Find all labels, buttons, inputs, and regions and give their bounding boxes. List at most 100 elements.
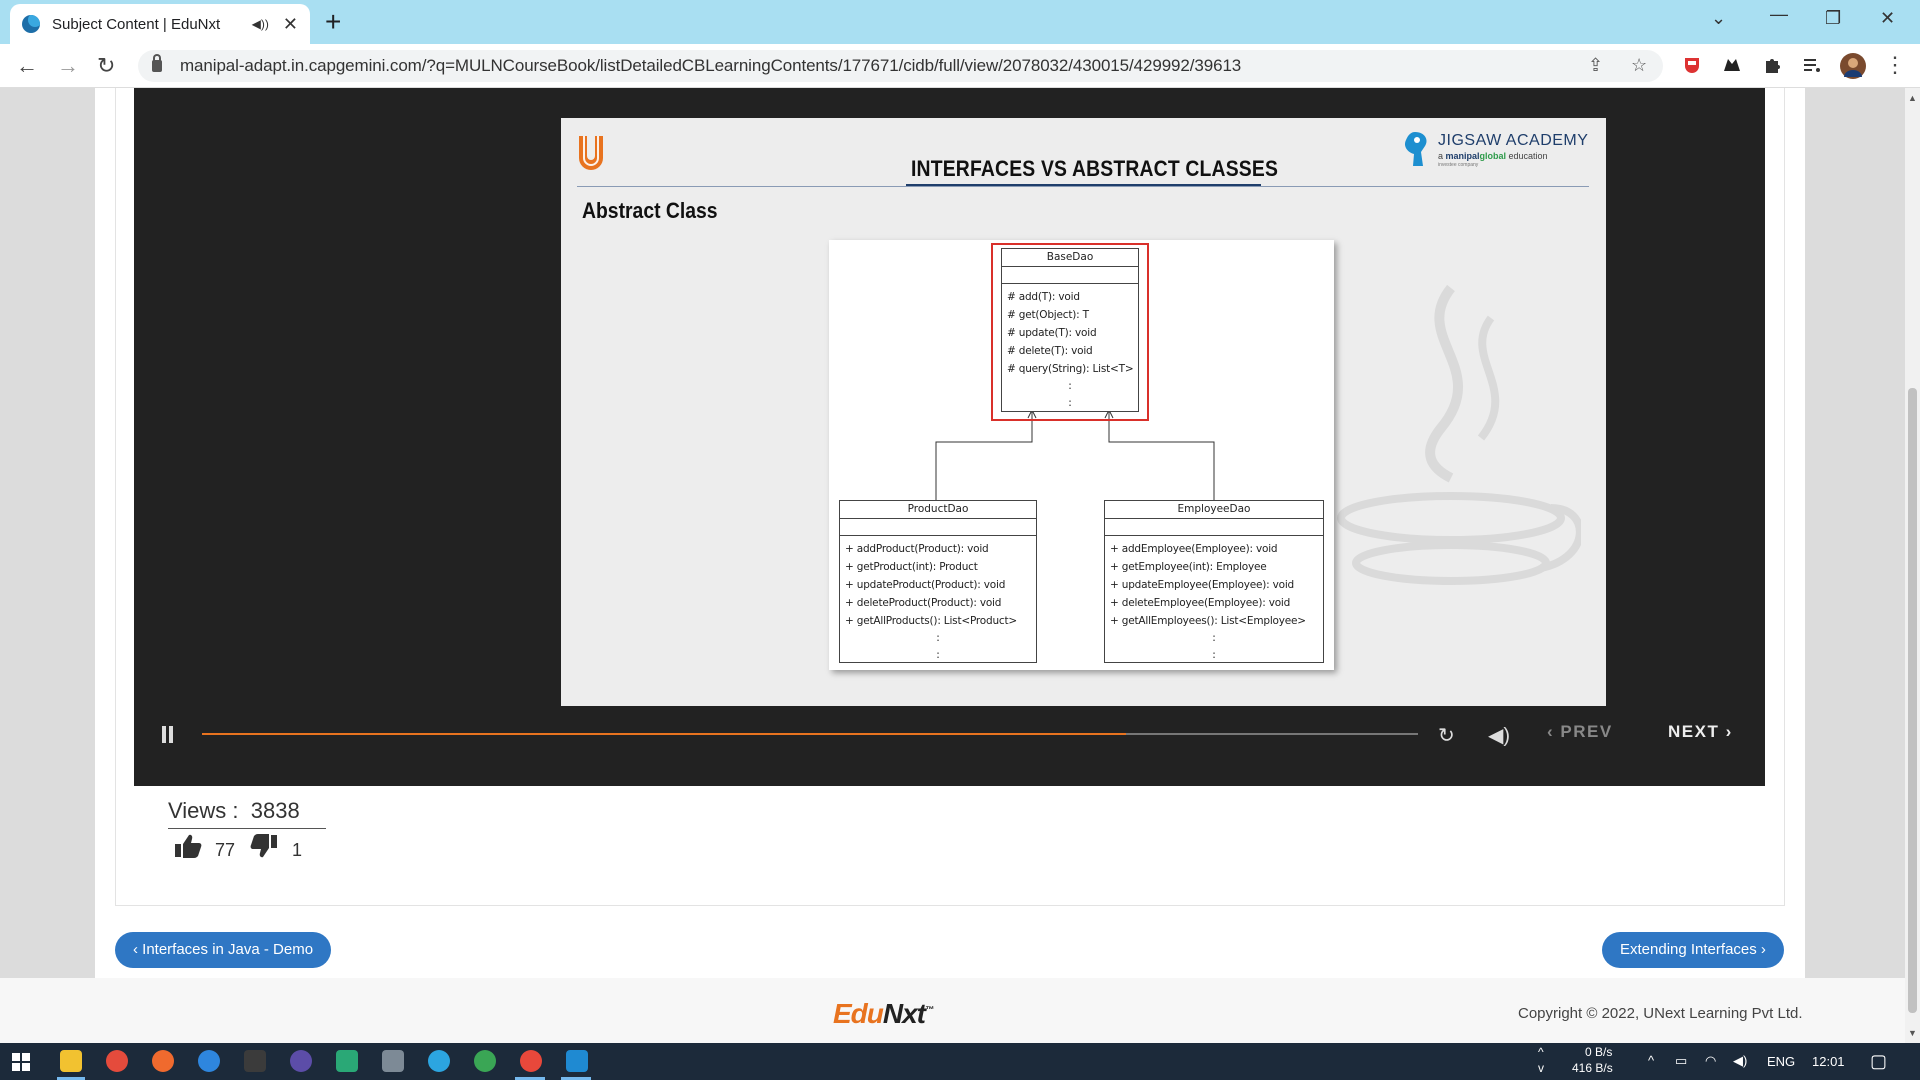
uml-method: + deleteEmployee(Employee): void [1110,597,1291,609]
next-label: NEXT [1668,722,1720,741]
replay-icon[interactable]: ↻ [1438,723,1455,748]
vscode-icon[interactable] [566,1050,588,1072]
tagline-brand-1: manipal [1445,151,1480,161]
browser-toolbar: ← → ↻ manipal-adapt.in.capgemini.com/?q=… [0,44,1920,88]
uml-attributes [1105,519,1323,536]
browser-menu-icon[interactable]: ⋮ [1884,52,1906,78]
speaker-icon[interactable]: ◀)) [252,17,269,31]
jigsaw-academy-tagline: a manipalglobal education [1438,151,1548,161]
header-rule [577,186,1589,187]
logo-nxt: Nxt [882,998,926,1029]
uml-class-diagram: BaseDao # add(T): void # get(Object): T … [829,240,1334,670]
lesson-slide: INTERFACES VS ABSTRACT CLASSES JIGSAW AC… [561,118,1606,706]
previous-lesson-button[interactable]: ‹ Interfaces in Java - Demo [115,932,332,968]
reading-list-icon[interactable] [1802,55,1822,75]
edunxt-logo: EduNxt™ [833,998,934,1030]
thumbs-up-icon[interactable] [174,833,202,859]
scroll-up-icon[interactable]: ▲ [1908,93,1917,103]
uml-method: + updateEmployee(Employee): void [1110,579,1295,591]
video-player[interactable]: INTERFACES VS ABSTRACT CLASSES JIGSAW AC… [134,88,1765,786]
views-count: 3838 [250,798,300,823]
language-indicator[interactable]: ENG [1767,1054,1795,1069]
eclipse-icon[interactable] [290,1050,312,1072]
slide-subtitle: Abstract Class [582,198,718,223]
logo-trademark: ™ [925,1004,934,1015]
player-controls: ↻ ◀) ‹ PREV NEXT › [134,712,1765,752]
scroll-thumb[interactable] [1908,388,1917,1013]
notifications-icon[interactable]: ▢ [1870,1051,1887,1072]
uml-class-employeedao: EmployeeDao + addEmployee(Employee): voi… [1104,500,1324,663]
uml-method: + addEmployee(Employee): void [1110,543,1278,555]
uml-class-productdao: ProductDao + addProduct(Product): void +… [839,500,1037,663]
forward-icon[interactable]: → [57,53,79,79]
reload-icon[interactable]: ↻ [97,53,115,79]
address-bar[interactable]: manipal-adapt.in.capgemini.com/?q=MULNCo… [138,50,1663,82]
profile-avatar[interactable] [1840,53,1866,79]
show-hidden-icons-icon[interactable]: ^ [1648,1053,1654,1068]
uml-method: + deleteProduct(Product): void [845,597,1002,609]
tray-chevron-down-icon[interactable]: v [1538,1061,1544,1075]
database-icon[interactable] [382,1050,404,1072]
progress-fill [202,733,1127,735]
volume-tray-icon[interactable]: ◀) [1733,1053,1747,1069]
uml-class-name: ProductDao [840,501,1036,519]
uml-attributes [840,519,1036,536]
next-lesson-button[interactable]: Extending Interfaces › [1602,932,1784,968]
tagline-brand-2: global [1479,151,1507,161]
share-icon[interactable]: ⇪ [1588,55,1603,76]
tray-chevron-up-icon[interactable]: ^ [1538,1045,1544,1059]
telegram-icon[interactable] [428,1050,450,1072]
new-tab-button[interactable]: + [325,6,341,38]
tab-search-icon[interactable]: ⌄ [1711,8,1726,29]
app-icon[interactable] [474,1050,496,1072]
chrome-icon[interactable] [106,1050,128,1072]
uml-ellipsis: : [936,632,940,644]
pause-icon[interactable] [162,726,174,743]
back-icon[interactable]: ← [16,53,38,79]
scroll-down-icon[interactable]: ▼ [1908,1028,1917,1038]
network-download-speed: 416 B/s [1572,1061,1613,1075]
uml-method: + addProduct(Product): void [845,543,989,555]
extension-shield-icon[interactable] [1682,55,1702,75]
uml-ellipsis: : [1212,649,1216,661]
thumbs-down-icon[interactable] [250,833,278,859]
extension-cat-icon[interactable] [1722,55,1742,75]
eclipse-tool-icon[interactable] [244,1050,266,1072]
java-logo-watermark-icon [1337,284,1581,585]
uml-ellipsis: : [1212,632,1216,644]
prev-button[interactable]: ‹ PREV [1547,722,1613,742]
browser-tab[interactable]: Subject Content | EduNxt ◀)) ✕ [10,4,310,44]
clock[interactable]: 12:01 [1812,1054,1845,1069]
uml-method: + getAllEmployees(): List<Employee> [1110,615,1306,627]
extensions-puzzle-icon[interactable] [1762,55,1782,75]
restore-icon[interactable]: ❐ [1825,8,1841,29]
close-window-icon[interactable]: ✕ [1880,8,1895,29]
browser-app-icon[interactable] [198,1050,220,1072]
windows-start-icon[interactable] [12,1053,30,1071]
uml-method: + getAllProducts(): List<Product> [845,615,1018,627]
volume-icon[interactable]: ◀) [1488,723,1510,748]
uml-method: + updateProduct(Product): void [845,579,1006,591]
prev-label: PREV [1560,722,1613,741]
next-button[interactable]: NEXT › [1668,722,1733,742]
page-scrollbar[interactable]: ▲ ▼ [1905,88,1920,1043]
lock-icon[interactable] [152,54,162,72]
tab-title: Subject Content | EduNxt [52,15,221,33]
page-viewport: INTERFACES VS ABSTRACT CLASSES JIGSAW AC… [0,88,1905,1043]
battery-icon[interactable]: ▭ [1675,1053,1687,1069]
views-underline [168,828,326,829]
minimize-icon[interactable]: — [1770,4,1788,25]
tagline-prefix: a [1438,151,1446,161]
postman-icon[interactable] [152,1050,174,1072]
wifi-icon[interactable]: ◠ [1705,1053,1716,1069]
app-icon[interactable] [336,1050,358,1072]
chrome-icon[interactable] [520,1050,542,1072]
logo-edu: Edu [833,998,884,1029]
bookmark-star-icon[interactable]: ☆ [1631,55,1647,76]
file-explorer-icon[interactable] [60,1050,82,1072]
likes-count: 77 [215,840,236,860]
close-tab-icon[interactable]: ✕ [283,14,298,35]
dislikes-count: 1 [292,840,303,860]
copyright-text: Copyright © 2022, UNext Learning Pvt Ltd… [1518,1005,1803,1022]
progress-bar[interactable] [202,733,1418,735]
